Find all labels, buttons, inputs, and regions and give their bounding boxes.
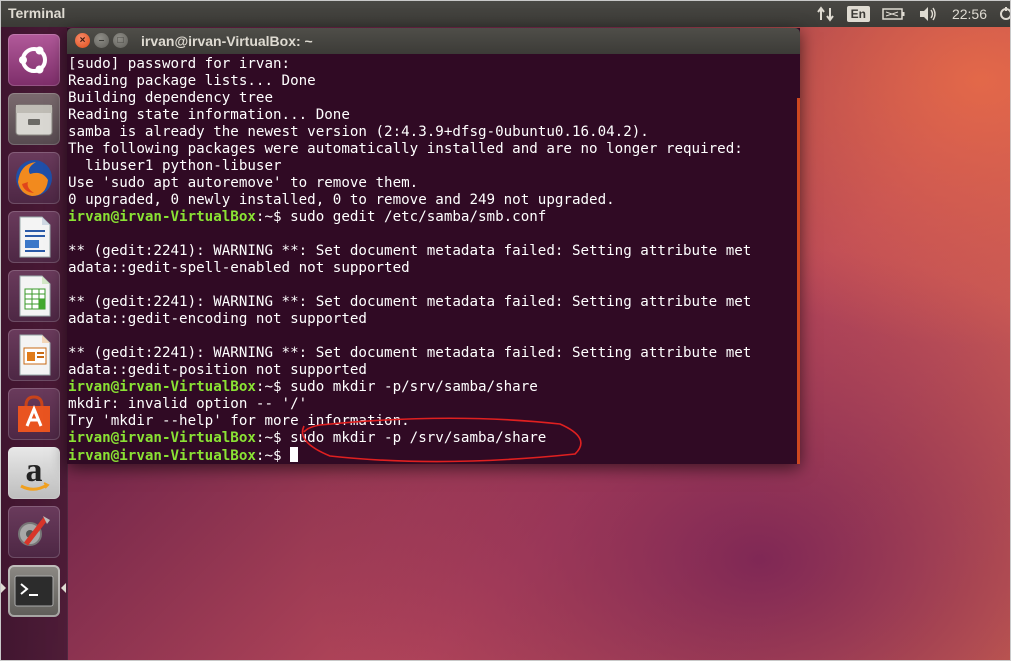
scrollbar[interactable] [797, 98, 800, 464]
amazon-icon[interactable]: a [8, 447, 60, 499]
output-line: [sudo] password for irvan: [68, 56, 291, 72]
output-line: ** (gedit:2241): WARNING **: Set documen… [68, 243, 752, 259]
libreoffice-writer-icon[interactable] [8, 211, 60, 263]
focused-app-arrow-icon [61, 583, 66, 593]
prompt-path: :~$ [255, 448, 291, 464]
terminal-window: × – □ irvan@irvan-VirtualBox: ~ [sudo] p… [67, 28, 800, 464]
command-text: sudo gedit /etc/samba/smb.conf [290, 209, 547, 225]
prompt-user-host: irvan@irvan-VirtualBox [68, 448, 256, 464]
output-line: Building dependency tree [68, 90, 273, 106]
battery-icon[interactable] [882, 7, 906, 21]
clock[interactable]: 22:56 [952, 6, 987, 22]
terminal-lines: [sudo] password for irvan: Reading packag… [68, 56, 751, 464]
prompt-path: :~$ [255, 379, 291, 395]
output-line: libuser1 python-libuser [68, 158, 282, 174]
prompt-line: irvan@irvan-VirtualBox:~$ sudo mkdir -p/… [68, 379, 751, 396]
output-line: 0 upgraded, 0 newly installed, 0 to remo… [68, 192, 615, 208]
launcher: a [0, 27, 68, 661]
output-line: Use 'sudo apt autoremove' to remove them… [68, 175, 419, 191]
system-settings-icon[interactable] [8, 506, 60, 558]
ubuntu-dash-icon[interactable] [8, 34, 60, 86]
terminal-output[interactable]: [sudo] password for irvan: Reading packag… [67, 54, 800, 464]
output-line: ** (gedit:2241): WARNING **: Set documen… [68, 294, 752, 310]
svg-text:a: a [26, 452, 43, 489]
active-app-arrow-icon [1, 583, 6, 593]
output-line: adata::gedit-spell-enabled not supported [68, 260, 410, 276]
active-app-title: Terminal [8, 5, 66, 21]
window-title: irvan@irvan-VirtualBox: ~ [141, 33, 313, 49]
network-updown-icon[interactable] [816, 5, 835, 22]
output-line: adata::gedit-encoding not supported [68, 311, 367, 327]
keyboard-language-icon[interactable]: En [846, 5, 870, 22]
maximize-button[interactable]: □ [113, 33, 128, 48]
minimize-button[interactable]: – [94, 33, 109, 48]
output-line: Reading package lists... Done [68, 73, 316, 89]
indicator-area: En 22:56 [805, 0, 1011, 27]
output-line: adata::gedit-position not supported [68, 362, 367, 378]
libreoffice-calc-icon[interactable] [8, 270, 60, 322]
libreoffice-impress-icon[interactable] [8, 329, 60, 381]
prompt-user-host: irvan@irvan-VirtualBox [68, 209, 256, 225]
ubuntu-software-icon[interactable] [8, 388, 60, 440]
output-line: The following packages were automaticall… [68, 141, 743, 157]
language-label: En [846, 5, 870, 22]
volume-icon[interactable] [918, 6, 938, 22]
prompt-user-host: irvan@irvan-VirtualBox [68, 379, 256, 395]
power-gear-icon[interactable] [997, 6, 1011, 22]
prompt-line: irvan@irvan-VirtualBox:~$ sudo gedit /et… [68, 209, 751, 226]
output-line: ** (gedit:2241): WARNING **: Set documen… [68, 345, 752, 361]
firefox-icon[interactable] [8, 152, 60, 204]
red-annotation-ellipse [301, 417, 582, 463]
terminal-icon[interactable] [8, 565, 60, 617]
output-line: mkdir: invalid option -- '/' [68, 396, 308, 412]
prompt-path: :~$ [255, 430, 291, 446]
window-titlebar[interactable]: × – □ irvan@irvan-VirtualBox: ~ [67, 28, 800, 54]
files-icon[interactable] [8, 93, 60, 145]
prompt-user-host: irvan@irvan-VirtualBox [68, 430, 256, 446]
output-line: Reading state information... Done [68, 107, 350, 123]
top-panel: Terminal En 22:56 [0, 0, 1011, 27]
close-button[interactable]: × [75, 33, 90, 48]
output-line: samba is already the newest version (2:4… [68, 124, 649, 140]
prompt-path: :~$ [255, 209, 291, 225]
command-text: sudo mkdir -p/srv/samba/share [290, 379, 538, 395]
